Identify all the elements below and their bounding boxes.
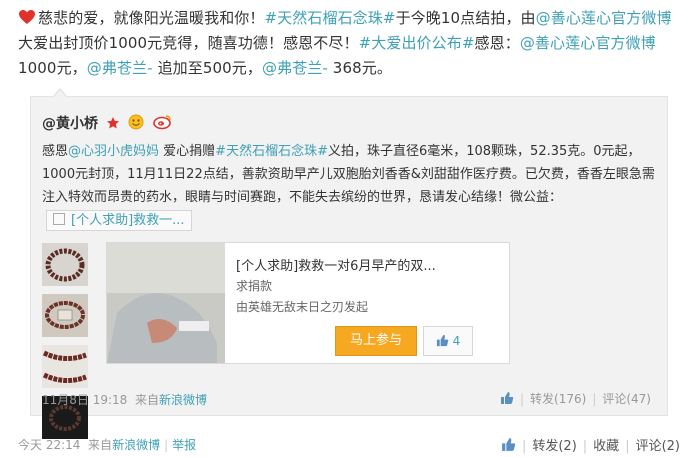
mention-link[interactable]: @弗苍兰- bbox=[87, 59, 153, 77]
report-link[interactable]: 举报 bbox=[172, 438, 196, 452]
mention-link[interactable]: @弗苍兰- bbox=[262, 59, 328, 77]
mention-link[interactable]: @善心莲心官方微博 bbox=[536, 9, 672, 27]
repost-author[interactable]: @黄小桥 bbox=[42, 113, 172, 133]
hashtag-link[interactable]: #大爱出价公布# bbox=[359, 34, 475, 52]
repost-pointer-inner bbox=[53, 90, 67, 98]
smiley-badge-icon bbox=[128, 114, 144, 130]
link-icon bbox=[53, 213, 65, 225]
image-thumbnails bbox=[42, 243, 88, 447]
weibo-badge-icon bbox=[152, 115, 171, 130]
favorite-link[interactable]: 收藏 bbox=[593, 439, 619, 454]
thumb-up-icon bbox=[436, 334, 448, 347]
hashtag-link[interactable]: #天然石榴石念珠# bbox=[215, 144, 328, 159]
repost-source-link[interactable]: 新浪微博 bbox=[159, 393, 207, 407]
bead-closeup-image[interactable] bbox=[42, 294, 88, 337]
post-source-link[interactable]: 新浪微博 bbox=[112, 438, 160, 452]
repost-comment-link[interactable]: 评论(47) bbox=[602, 392, 651, 406]
baby-photo-image[interactable] bbox=[107, 243, 225, 363]
repost-meta: 11月8日 19:18 来自新浪微博 bbox=[42, 393, 207, 407]
repost-date[interactable]: 11月8日 19:18 bbox=[42, 393, 127, 407]
post-meta: 今天 22:14 来自新浪微博 | 举报 bbox=[18, 438, 197, 452]
bead-strand-image[interactable] bbox=[42, 345, 88, 388]
repost-actions: | 转发(176) | 评论(47) bbox=[500, 390, 651, 407]
heart-icon bbox=[19, 10, 35, 24]
forward-link[interactable]: 转发(2) bbox=[532, 439, 576, 454]
join-button[interactable]: 马上参与 bbox=[335, 326, 417, 356]
short-link[interactable]: [个人求助]救救一... bbox=[46, 210, 192, 231]
mention-link[interactable]: @善心莲心官方微博 bbox=[520, 34, 656, 52]
mention-link[interactable]: @心羽小虎妈妈 bbox=[68, 144, 159, 159]
post-actions: | 转发(2) | 收藏 | 评论(2) bbox=[501, 435, 680, 454]
hashtag-link[interactable]: #天然石榴石念珠# bbox=[265, 9, 396, 27]
card-subtitle: 求捐款 bbox=[236, 279, 273, 293]
repost-text: 感恩@心羽小虎妈妈 爱心捐赠#天然石榴石念珠#义拍，珠子直径6毫米，108颗珠，… bbox=[42, 140, 656, 232]
repost-box: @黄小桥 感恩@心羽小虎妈妈 爱心捐赠#天然石榴石念珠#义拍，珠子直径6毫米，1… bbox=[30, 96, 668, 439]
repost-forward-link[interactable]: 转发(176) bbox=[530, 392, 586, 406]
charity-card[interactable]: [个人求助]救救一对6月早产的双... 求捐款 由英雄无敌末日之刃发起 马上参与… bbox=[106, 242, 510, 364]
card-title[interactable]: [个人求助]救救一对6月早产的双... bbox=[236, 255, 496, 274]
thumb-up-icon[interactable] bbox=[501, 437, 516, 452]
bead-necklace-image[interactable] bbox=[42, 243, 88, 286]
comment-link[interactable]: 评论(2) bbox=[636, 439, 680, 454]
star-badge-icon bbox=[106, 117, 119, 129]
post-time[interactable]: 今天 22:14 bbox=[18, 438, 80, 452]
card-like-count: 4 bbox=[452, 334, 461, 348]
thumb-up-icon[interactable] bbox=[500, 391, 514, 405]
card-initiator: 由英雄无敌末日之刃发起 bbox=[236, 300, 369, 314]
card-like-button[interactable]: 4 bbox=[423, 326, 473, 356]
post-text: 慈悲的爱，就像阳光温暖我和你！#天然石榴石念珠#于今晚10点结拍，由@善心莲心官… bbox=[18, 9, 672, 77]
